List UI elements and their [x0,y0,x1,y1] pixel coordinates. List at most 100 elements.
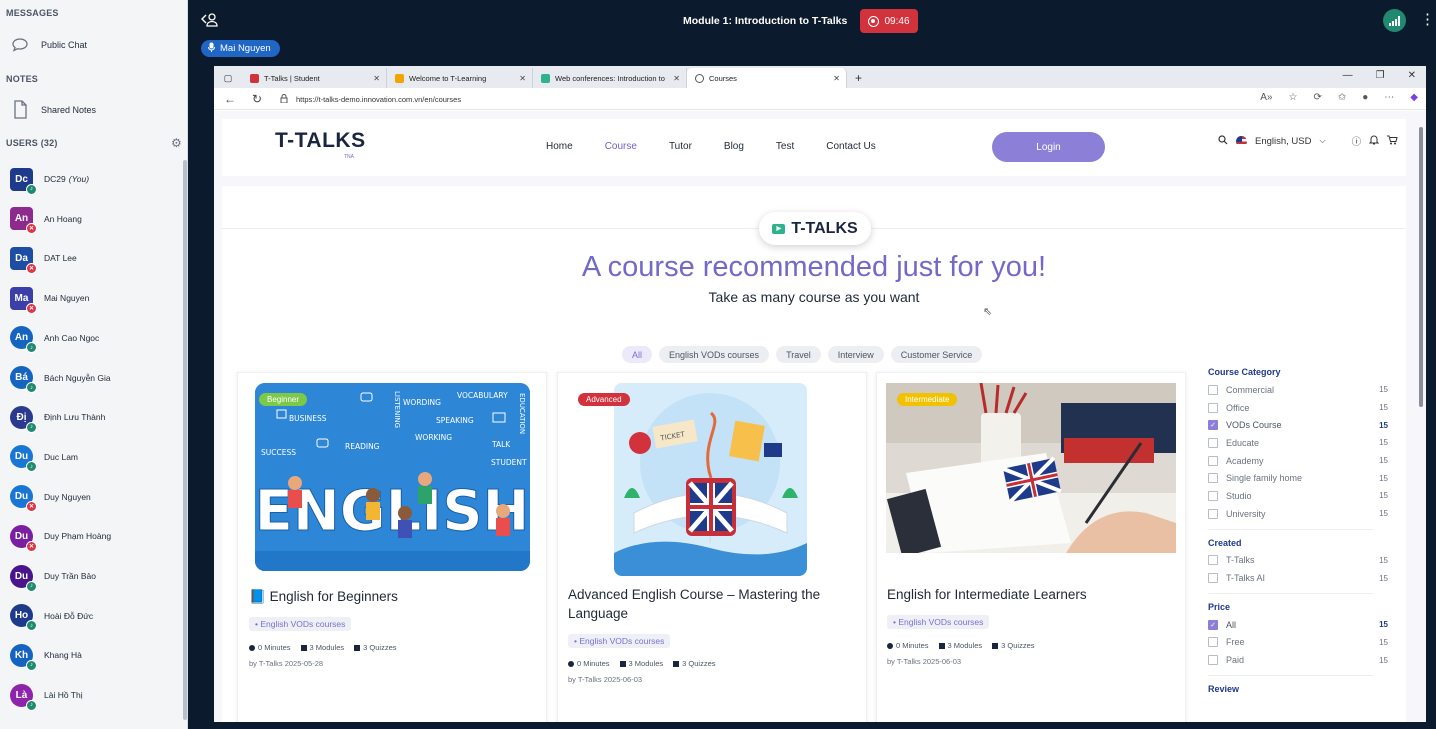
filter-option[interactable]: Single family home 15 [1208,469,1388,487]
course-tag[interactable]: • English VODs courses [568,634,671,648]
favorites-icon[interactable]: ✩ [1338,92,1346,103]
user-list-scrollbar[interactable] [183,160,187,720]
nav-link-home[interactable]: Home [546,141,573,152]
shared-notes-item[interactable]: Shared Notes [10,100,96,120]
course-title[interactable]: English for Intermediate Learners [887,585,1177,604]
filter-chip-all[interactable]: All [622,346,653,363]
course-title[interactable]: Advanced English Course – Mastering the … [568,585,858,623]
user-list-item[interactable]: Dc ♪ DC29 (You) [10,164,89,195]
public-chat-item[interactable]: Public Chat [10,35,87,55]
filter-chip-english-vods-courses[interactable]: English VODs courses [659,346,770,363]
users-settings-gear-icon[interactable]: ⚙ [171,136,182,150]
user-list-item[interactable]: Là ♪ Lài Hồ Thị [10,680,83,711]
back-icon[interactable]: ← [224,92,236,106]
filter-option[interactable]: Educate 15 [1208,434,1388,452]
user-list-item[interactable]: Kh ♪ Khang Hà [10,640,82,671]
page-scrollbar[interactable] [1418,119,1424,719]
browser-tab[interactable]: Web conferences: Introduction to ✕ [533,68,687,88]
user-list-item[interactable]: Du ♪ Duy Trần Bảo [10,561,96,592]
course-tag[interactable]: • English VODs courses [249,617,352,631]
user-list-item[interactable]: Da ✕ DAT Lee [10,243,77,274]
course-title[interactable]: 📘 English for Beginners [249,587,539,606]
checkbox[interactable] [1208,555,1218,566]
page-scrollbar-thumb[interactable] [1419,127,1423,407]
filter-option[interactable]: Office 15 [1208,399,1388,417]
checkbox[interactable] [1208,573,1218,584]
toggle-userlist-icon[interactable] [200,12,218,31]
checkbox[interactable] [1208,655,1218,666]
checkbox[interactable]: ✓ [1208,420,1218,431]
user-list-item[interactable]: Du ♪ Duc Lam [10,442,78,473]
copilot-icon[interactable]: ◆ [1410,92,1418,103]
filter-option[interactable]: Free 15 [1208,634,1388,652]
user-list-item[interactable]: Du ✕ Duy Nguyen [10,482,91,513]
browser-tab[interactable]: T-Talks | Student ✕ [242,68,387,88]
more-menu-icon[interactable]: ⋯ [1384,92,1394,103]
filter-chip-interview[interactable]: Interview [827,346,884,363]
close-window-icon[interactable]: ✕ [1408,70,1416,81]
reload-icon[interactable]: ↻ [252,92,262,106]
filter-chip-travel[interactable]: Travel [776,346,821,363]
nav-link-blog[interactable]: Blog [724,141,744,152]
user-list-item[interactable]: Ma ✕ Mai Nguyen [10,283,89,314]
recording-indicator[interactable]: 09:46 [860,9,918,33]
nav-link-tutor[interactable]: Tutor [669,141,692,152]
login-button[interactable]: Login [992,132,1105,162]
browser-tab[interactable]: Courses ✕ [687,68,847,88]
checkbox[interactable]: ✓ [1208,619,1218,630]
chevron-down-icon[interactable]: ⌵ [1320,136,1326,146]
read-aloud-icon[interactable]: A» [1260,92,1272,103]
user-list-item[interactable]: Đị ♪ Định Lưu Thành [10,402,105,433]
minimize-icon[interactable]: — [1343,70,1353,81]
filter-option[interactable]: Paid 15 [1208,651,1388,669]
user-list-item[interactable]: Du ✕ Duy Phạm Hoàng [10,521,111,552]
bell-icon[interactable] [1368,134,1380,148]
filter-option[interactable]: Commercial 15 [1208,381,1388,399]
checkbox[interactable] [1208,402,1218,413]
new-tab-icon[interactable]: + [847,68,870,88]
user-list-item[interactable]: An ✕ An Hoang [10,204,82,235]
close-tab-icon[interactable]: ✕ [833,74,840,83]
restore-icon[interactable]: ❐ [1376,70,1385,81]
checkbox[interactable] [1208,384,1218,395]
filter-option[interactable]: Studio 15 [1208,487,1388,505]
filter-option[interactable]: ✓ VODs Course 15 [1208,416,1388,434]
info-icon[interactable]: ⓘ [1352,134,1362,148]
checkbox[interactable] [1208,508,1218,519]
course-tag[interactable]: • English VODs courses [887,615,990,629]
filter-option[interactable]: T-Talks AI 15 [1208,569,1388,587]
filter-option[interactable]: ✓ All 15 [1208,616,1388,634]
course-card[interactable]: TICKET Advanced Advanced English Course … [557,372,867,722]
nav-link-test[interactable]: Test [776,141,794,152]
close-tab-icon[interactable]: ✕ [519,74,526,83]
filter-chip-customer-service[interactable]: Customer Service [890,346,983,363]
options-menu-icon[interactable]: ⋮ [1420,10,1435,30]
checkbox[interactable] [1208,637,1218,648]
checkbox[interactable] [1208,473,1218,484]
course-card[interactable]: Intermediate English for Intermediate Le… [876,372,1186,722]
locale-selector[interactable]: English, USD [1255,136,1312,147]
filter-option[interactable]: University 15 [1208,505,1388,523]
nav-link-course[interactable]: Course [605,141,637,152]
connection-status-icon[interactable] [1383,9,1406,32]
checkbox[interactable] [1208,437,1218,448]
course-card[interactable]: BUSINESS WORDING VOCABULARY SPEAKING REA… [237,372,547,722]
filter-option[interactable]: T-Talks 15 [1208,552,1388,570]
nav-link-contact-us[interactable]: Contact Us [826,141,875,152]
site-logo[interactable]: T-TALKS [275,129,366,153]
browser-tab[interactable]: Welcome to T-Learning ✕ [387,68,533,88]
url-field[interactable]: https://t-talks-demo.innovation.com.vn/e… [280,91,1220,107]
checkbox[interactable] [1208,455,1218,466]
profile-avatar-icon[interactable]: ● [1362,92,1368,103]
filter-option[interactable]: Academy 15 [1208,452,1388,470]
favorite-star-icon[interactable]: ☆ [1289,92,1298,103]
user-list-item[interactable]: Ho ♪ Hoài Đỗ Đức [10,601,93,632]
user-list-item[interactable]: Bá ♪ Bách Nguyễn Gia [10,363,111,393]
user-list-item[interactable]: An ♪ Anh Cao Ngoc [10,323,99,354]
close-tab-icon[interactable]: ✕ [673,74,680,83]
search-icon[interactable] [1218,134,1228,148]
cart-icon[interactable] [1387,135,1398,148]
browser-extension-icon[interactable]: ⟳ [1313,92,1321,103]
tab-actions-icon[interactable]: ▢ [214,68,242,88]
checkbox[interactable] [1208,490,1218,501]
